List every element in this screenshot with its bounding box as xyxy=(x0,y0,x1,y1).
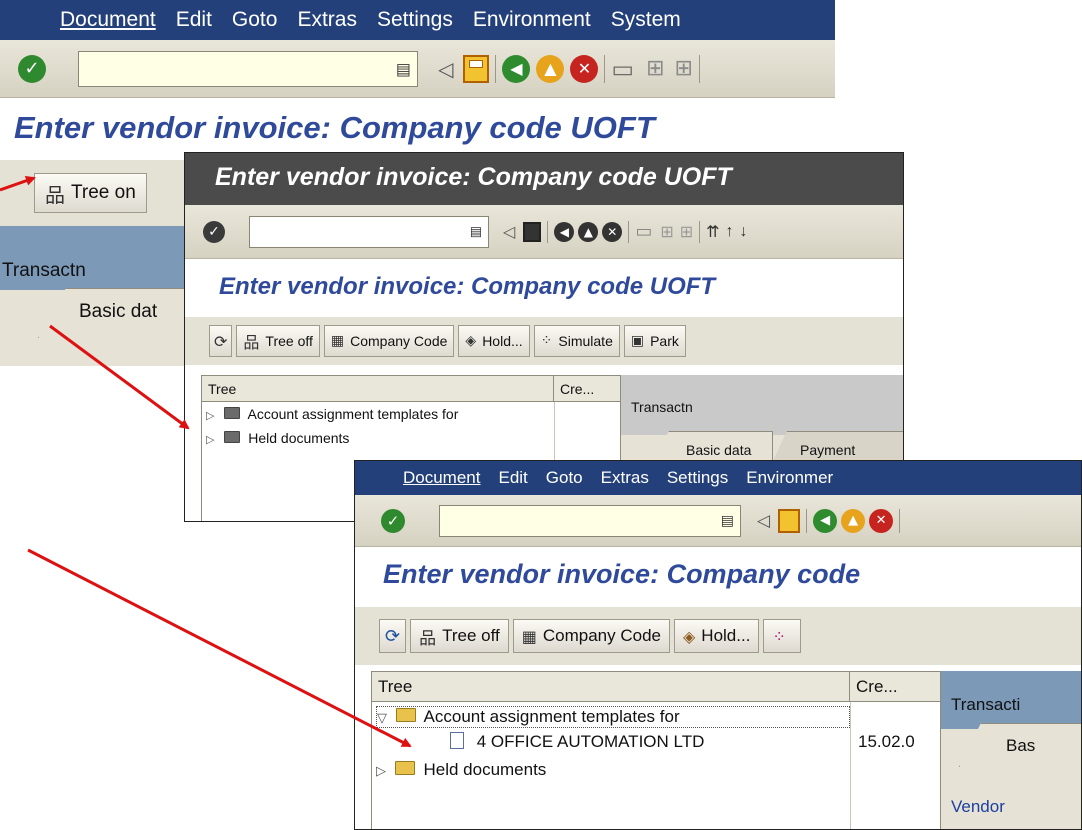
arrow-to-tree-panel xyxy=(49,324,190,430)
callout-arrows xyxy=(0,175,412,748)
arrow-to-leaf xyxy=(27,548,412,748)
arrow-to-tree-on xyxy=(0,175,36,192)
